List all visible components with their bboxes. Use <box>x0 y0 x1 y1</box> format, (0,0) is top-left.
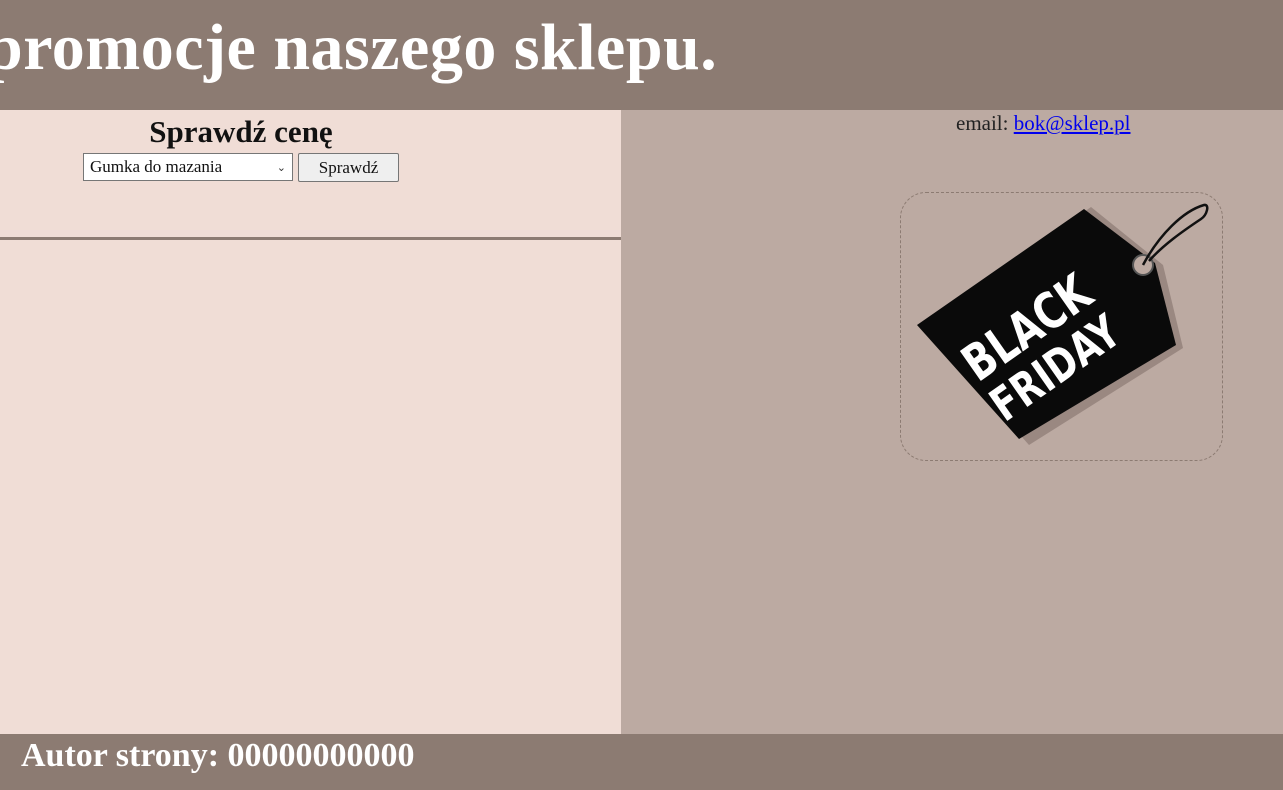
page-title: promocje naszego sklepu. <box>0 11 718 84</box>
email-label: email: <box>956 111 1014 135</box>
left-panel: Sprawdź cenę Gumka do mazania ⌄ Sprawdź <box>0 110 621 734</box>
contact-email: email: bok@sklep.pl <box>956 111 1131 136</box>
author-text: Autor strony: 00000000000 <box>21 737 415 774</box>
right-panel: email: bok@sklep.pl BLACK FRIDAY <box>621 110 1283 734</box>
email-link[interactable]: bok@sklep.pl <box>1014 111 1131 135</box>
product-select[interactable]: Gumka do mazania ⌄ <box>83 153 293 181</box>
black-friday-tag-icon: BLACK FRIDAY <box>917 203 1209 445</box>
price-check-heading: Sprawdź cenę <box>149 114 333 149</box>
page-header: promocje naszego sklepu. <box>0 0 1283 110</box>
check-price-button[interactable]: Sprawdź <box>298 153 399 182</box>
page-footer: Autor strony: 00000000000 <box>0 734 1283 790</box>
chevron-down-icon: ⌄ <box>276 160 286 174</box>
product-select-value: Gumka do mazania <box>90 157 223 176</box>
black-friday-image: BLACK FRIDAY <box>900 192 1223 461</box>
price-check-form: Sprawdź cenę Gumka do mazania ⌄ Sprawdź <box>0 110 621 240</box>
